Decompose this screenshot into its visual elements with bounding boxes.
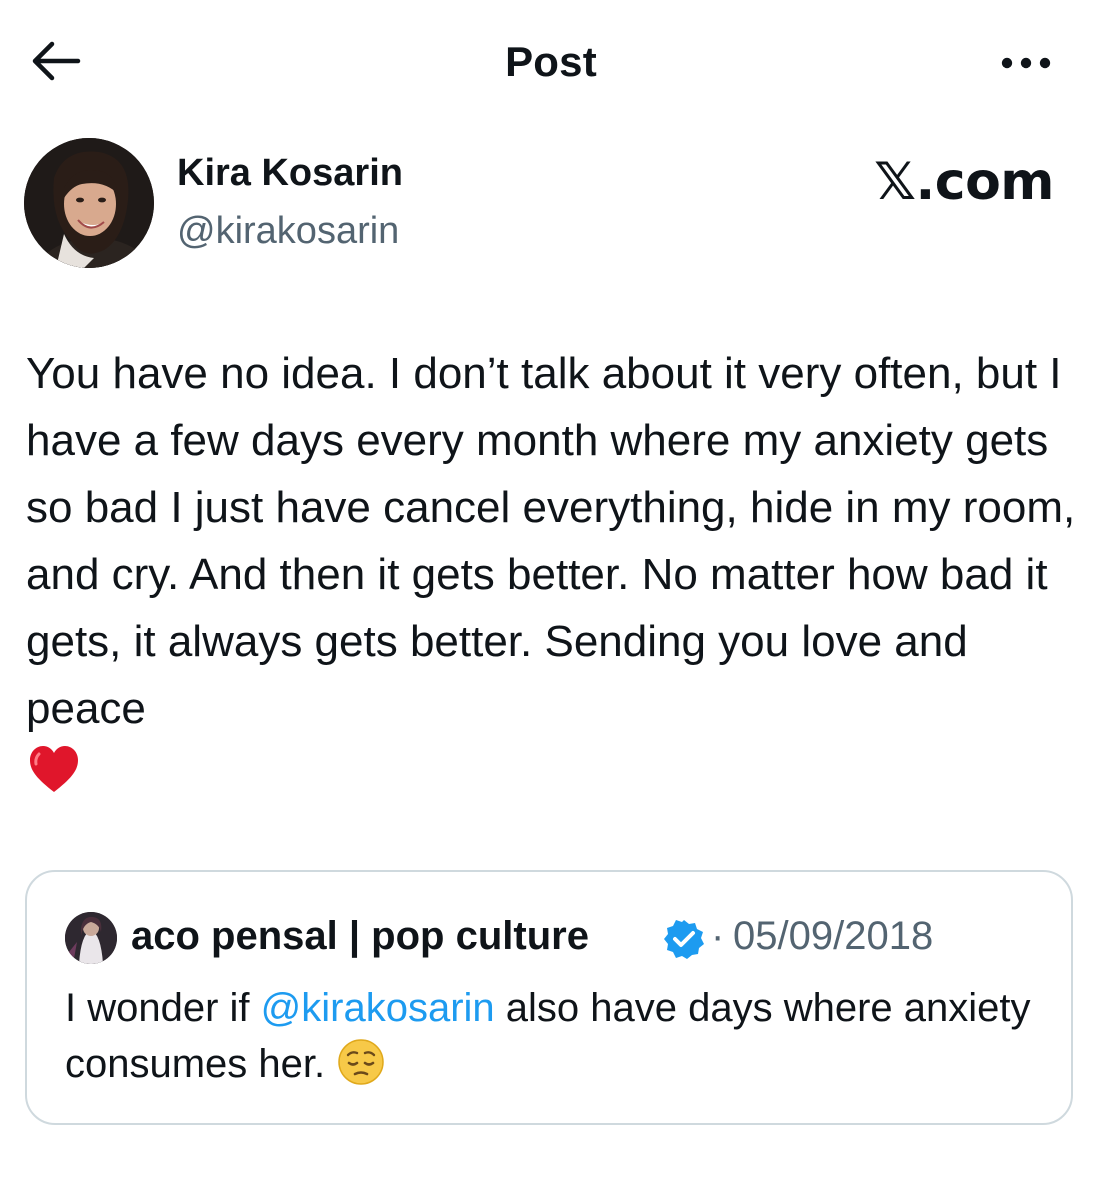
red-heart-emoji — [26, 742, 82, 798]
post-body: You have no idea. I don’t talk about it … — [26, 340, 1086, 809]
separator-dot: · — [711, 914, 725, 958]
author-display-name[interactable]: Kira Kosarin — [177, 152, 403, 195]
quoted-post-text: I wonder if @kirakosarin also have days … — [65, 980, 1045, 1092]
more-options-button[interactable] — [996, 48, 1056, 78]
more-horizontal-icon — [1001, 57, 1051, 69]
quoted-post-card[interactable]: aco pensal | pop culture · 05/09/2018 I … — [25, 870, 1073, 1125]
quoted-text-start: I wonder if — [65, 986, 261, 1030]
x-com-watermark: 𝕏.com — [874, 152, 1054, 212]
quoted-author-name[interactable]: aco pensal | pop culture — [131, 914, 589, 959]
avatar-image — [65, 912, 117, 964]
author-avatar[interactable] — [24, 138, 154, 268]
quoted-post-date[interactable]: 05/09/2018 — [733, 914, 933, 959]
author-handle[interactable]: @kirakosarin — [177, 210, 399, 253]
mention-link[interactable]: @kirakosarin — [261, 986, 495, 1030]
post-text: You have no idea. I don’t talk about it … — [26, 349, 1076, 733]
quoted-post-header: aco pensal | pop culture · 05/09/2018 — [65, 912, 1055, 964]
verified-badge-icon — [663, 918, 705, 960]
top-bar: Post — [0, 0, 1102, 120]
pensive-face-emoji — [336, 1037, 386, 1087]
page-title: Post — [505, 38, 597, 85]
quoted-author-avatar[interactable] — [65, 912, 117, 964]
post-author: Kira Kosarin @kirakosarin 𝕏.com — [24, 138, 1074, 278]
avatar-image — [24, 138, 154, 268]
